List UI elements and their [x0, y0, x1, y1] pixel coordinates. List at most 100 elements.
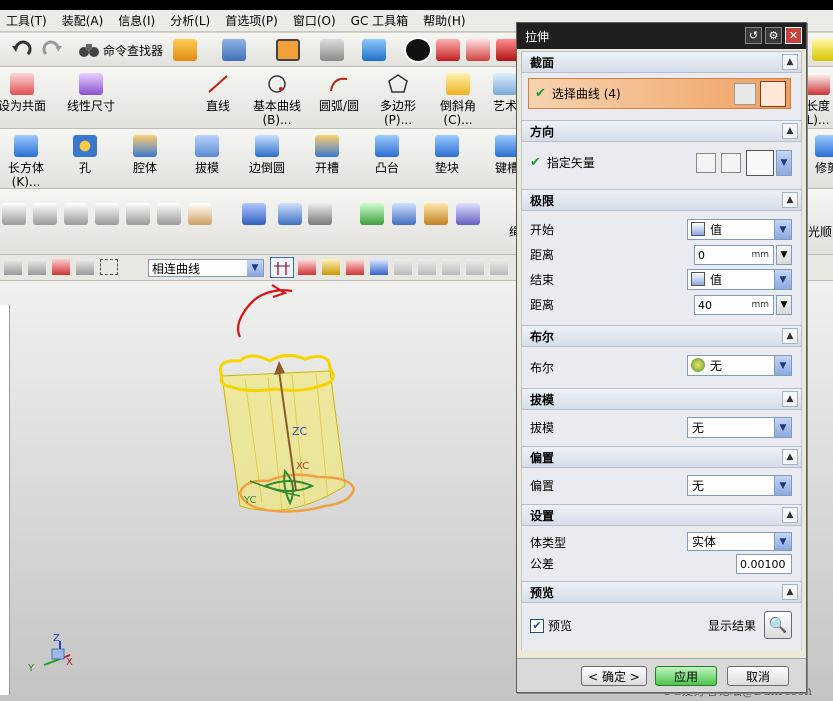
collapse-icon[interactable]: ▲: [782, 391, 798, 407]
body-type-dropdown[interactable]: 实体 ▼: [687, 532, 792, 551]
linear-dimension-button[interactable]: 线性尺寸: [60, 73, 122, 113]
draft-dropdown[interactable]: 无 ▼: [687, 417, 792, 438]
hole-button[interactable]: 孔: [70, 135, 100, 175]
pad-button[interactable]: 垫块: [430, 135, 464, 175]
settings-group-header[interactable]: 设置 ▲: [521, 504, 802, 526]
distance1-menu-icon[interactable]: ▼: [776, 245, 792, 265]
end-dropdown[interactable]: 值 ▼: [687, 269, 792, 290]
collapse-icon[interactable]: ▲: [782, 123, 798, 139]
menu-help[interactable]: 帮助(H): [423, 12, 465, 29]
apply-button[interactable]: 应用: [655, 666, 717, 686]
block-button[interactable]: 长方体 (K)...: [4, 135, 48, 189]
pocket-button[interactable]: 腔体: [128, 135, 162, 175]
stop-at-intersection-button[interactable]: [270, 257, 294, 278]
collapse-icon[interactable]: ▲: [782, 328, 798, 344]
chamfer-button[interactable]: 倒斜角 (C)...: [434, 73, 482, 127]
select-icon-2[interactable]: [28, 259, 46, 275]
info-icon[interactable]: [222, 39, 246, 61]
line-button[interactable]: 直线: [198, 73, 238, 113]
select-curve-row[interactable]: ✔ 选择曲线 (4): [528, 78, 791, 109]
select-icon-1[interactable]: [4, 259, 22, 275]
red-block-icon[interactable]: [436, 39, 460, 61]
check-icon[interactable]: [360, 203, 384, 225]
view-orient-icon[interactable]: [320, 39, 344, 61]
smooth-label[interactable]: 光顺: [808, 223, 832, 240]
preview-checkbox[interactable]: ✔: [530, 618, 544, 633]
show-result-button[interactable]: 🔍: [764, 611, 792, 639]
offset-dropdown[interactable]: 无 ▼: [687, 475, 792, 496]
o-h-icon[interactable]: [157, 203, 181, 225]
dialog-title-bar[interactable]: 拉伸 ↺ ⚙ ✕: [517, 23, 806, 49]
boolean-dropdown[interactable]: 无 ▼: [687, 355, 792, 376]
vector-icon[interactable]: [456, 203, 480, 225]
basic-curves-button[interactable]: 基本曲线 (B)...: [248, 73, 306, 127]
vector-z-icon[interactable]: [746, 150, 774, 176]
book-icon[interactable]: [173, 39, 197, 61]
menu-tools[interactable]: 工具(T): [6, 12, 47, 29]
section-group-header[interactable]: 截面 ▲: [521, 51, 802, 73]
chevron-down-icon[interactable]: ▼: [776, 150, 792, 176]
command-finder-button[interactable]: 命令查找器: [78, 41, 163, 59]
spring-icon[interactable]: [278, 203, 302, 225]
sketch-section-icon[interactable]: [734, 83, 756, 105]
length-button[interactable]: 长度 L)...: [803, 73, 833, 127]
redo-button[interactable]: [40, 40, 64, 60]
menu-assembly[interactable]: 装配(A): [62, 12, 104, 29]
curve-icon[interactable]: [760, 81, 786, 107]
limits-group-header[interactable]: 极限 ▲: [521, 189, 802, 211]
select-icon-4[interactable]: [76, 259, 94, 275]
arc-circle-button[interactable]: 圆弧/圆: [314, 73, 364, 113]
assembly-icon[interactable]: [392, 203, 416, 225]
wire-block-icon[interactable]: [466, 39, 490, 61]
render-style-icon[interactable]: [404, 37, 432, 63]
start-dropdown[interactable]: 值 ▼: [687, 219, 792, 240]
menu-window[interactable]: 窗口(O): [293, 12, 336, 29]
curve-rule-dropdown[interactable]: 相连曲线 ▼: [148, 259, 264, 277]
close-icon[interactable]: ✕: [785, 27, 802, 44]
distance1-input[interactable]: 0 mm: [694, 245, 774, 265]
g-h-icon[interactable]: [126, 203, 150, 225]
arrow-right-icon[interactable]: [370, 259, 388, 275]
surface-icon-2[interactable]: [33, 203, 57, 225]
pointer-icon[interactable]: [188, 203, 212, 225]
snap-icon-1[interactable]: [394, 259, 412, 275]
rect-select-icon[interactable]: [100, 259, 118, 275]
menu-preferences[interactable]: 首选项(P): [225, 12, 278, 29]
cancel-button[interactable]: 取消: [727, 666, 789, 686]
coplanar-button[interactable]: 设为共面: [0, 73, 46, 113]
cylinder-icon[interactable]: [242, 203, 266, 225]
feature-curve-icon[interactable]: [322, 259, 340, 275]
snap-icon-4[interactable]: [466, 259, 484, 275]
snap-icon-2[interactable]: [418, 259, 436, 275]
o-s-icon[interactable]: [95, 203, 119, 225]
follow-fillet-icon[interactable]: [298, 259, 316, 275]
snap-icon-5[interactable]: [490, 259, 508, 275]
surface-icon-1[interactable]: [2, 203, 26, 225]
trim-button[interactable]: 修剪: [812, 135, 833, 175]
polygon-button[interactable]: 多边形 (P)...: [374, 73, 422, 127]
navigator-pane[interactable]: [0, 305, 10, 695]
distance2-menu-icon[interactable]: ▼: [776, 295, 792, 315]
menu-analysis[interactable]: 分析(L): [170, 12, 210, 29]
boolean-group-header[interactable]: 布尔 ▲: [521, 325, 802, 347]
select-icon-3[interactable]: [52, 259, 70, 275]
edge-blend-button[interactable]: 边倒圆: [244, 135, 290, 175]
draft-group-header[interactable]: 拔模 ▲: [521, 388, 802, 410]
path-icon[interactable]: [346, 259, 364, 275]
ok-button[interactable]: < 确定 >: [581, 666, 647, 686]
collapse-icon[interactable]: ▲: [782, 507, 798, 523]
collapse-icon[interactable]: ▲: [782, 584, 798, 600]
preview-group-header[interactable]: 预览 ▲: [521, 581, 802, 603]
offset-group-header[interactable]: 偏置 ▲: [521, 446, 802, 468]
collapse-icon[interactable]: ▲: [782, 192, 798, 208]
fit-view-icon[interactable]: [276, 39, 300, 61]
distance2-input[interactable]: 40 mm: [694, 295, 774, 315]
extra-tool-icon[interactable]: [812, 39, 833, 61]
table-icon[interactable]: [424, 203, 448, 225]
reverse-direction-icon[interactable]: [696, 153, 716, 173]
vector-dialog-icon[interactable]: [721, 153, 741, 173]
tool-icon[interactable]: [308, 203, 332, 225]
collapse-icon[interactable]: ▲: [782, 449, 798, 465]
draft-button[interactable]: 拔模: [190, 135, 224, 175]
boss-button[interactable]: 凸台: [370, 135, 404, 175]
